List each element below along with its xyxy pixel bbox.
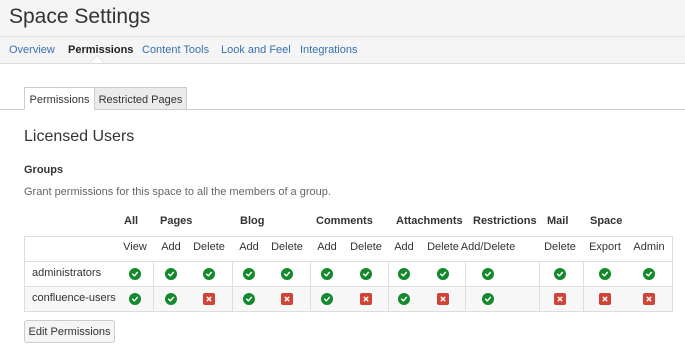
column-header: Add/Delete <box>460 241 516 253</box>
check-icon <box>554 268 566 280</box>
group-name: administrators <box>32 267 102 279</box>
column-group-divider <box>388 261 389 311</box>
check-icon <box>643 268 655 280</box>
column-group-divider <box>232 261 233 311</box>
column-group-divider <box>310 261 311 311</box>
check-icon <box>203 268 215 280</box>
table-row-background <box>25 287 673 312</box>
check-icon <box>398 268 410 280</box>
table-row-divider <box>24 311 673 312</box>
check-icon <box>165 268 177 280</box>
column-group-divider <box>583 261 584 311</box>
nav-item-look-and-feel[interactable]: Look and Feel <box>221 44 291 56</box>
subtab-restricted-pages[interactable]: Restricted Pages <box>94 87 187 110</box>
check-icon <box>243 293 255 305</box>
check-icon <box>281 268 293 280</box>
section-title: Licensed Users <box>24 128 135 145</box>
category-header: Pages <box>160 215 193 227</box>
check-icon <box>437 268 449 280</box>
check-icon <box>321 293 333 305</box>
cross-icon <box>554 293 566 305</box>
column-group-divider <box>465 261 466 311</box>
edit-permissions-button[interactable]: Edit Permissions <box>24 320 115 343</box>
category-header: Blog <box>240 215 265 227</box>
table-row-divider <box>24 286 673 287</box>
groups-description: Grant permissions for this space to all … <box>24 186 331 198</box>
category-header: All <box>124 215 139 227</box>
column-group-divider <box>153 261 154 311</box>
page-header: Space Settings <box>0 0 685 36</box>
cross-icon <box>437 293 449 305</box>
check-icon <box>599 268 611 280</box>
category-header: Mail <box>547 215 569 227</box>
check-icon <box>165 293 177 305</box>
table-row-divider <box>24 236 673 237</box>
cross-icon <box>281 293 293 305</box>
column-group-divider <box>539 261 540 311</box>
subtab-permissions[interactable]: Permissions <box>24 87 95 110</box>
check-icon <box>129 268 141 280</box>
check-icon <box>243 268 255 280</box>
cross-icon <box>203 293 215 305</box>
page-title: Space Settings <box>9 5 151 28</box>
category-header: Restrictions <box>473 215 537 227</box>
check-icon <box>360 268 372 280</box>
check-icon <box>398 293 410 305</box>
column-header: Admin <box>633 241 665 253</box>
check-icon <box>129 293 141 305</box>
groups-heading: Groups <box>24 164 64 176</box>
nav-item-content-tools[interactable]: Content Tools <box>142 44 209 56</box>
cross-icon <box>599 293 611 305</box>
category-header: Comments <box>316 215 373 227</box>
check-icon <box>482 293 494 305</box>
nav-item-integrations[interactable]: Integrations <box>300 44 357 56</box>
category-header: Space <box>590 215 623 227</box>
table-border <box>24 236 25 312</box>
check-icon <box>482 268 494 280</box>
cross-icon <box>360 293 372 305</box>
table-row-divider <box>24 261 673 262</box>
check-icon <box>321 268 333 280</box>
cross-icon <box>643 293 655 305</box>
active-nav-caret <box>90 56 104 63</box>
group-name: confluence-users <box>32 292 116 304</box>
nav-item-overview[interactable]: Overview <box>9 44 55 56</box>
category-header: Attachments <box>396 215 463 227</box>
